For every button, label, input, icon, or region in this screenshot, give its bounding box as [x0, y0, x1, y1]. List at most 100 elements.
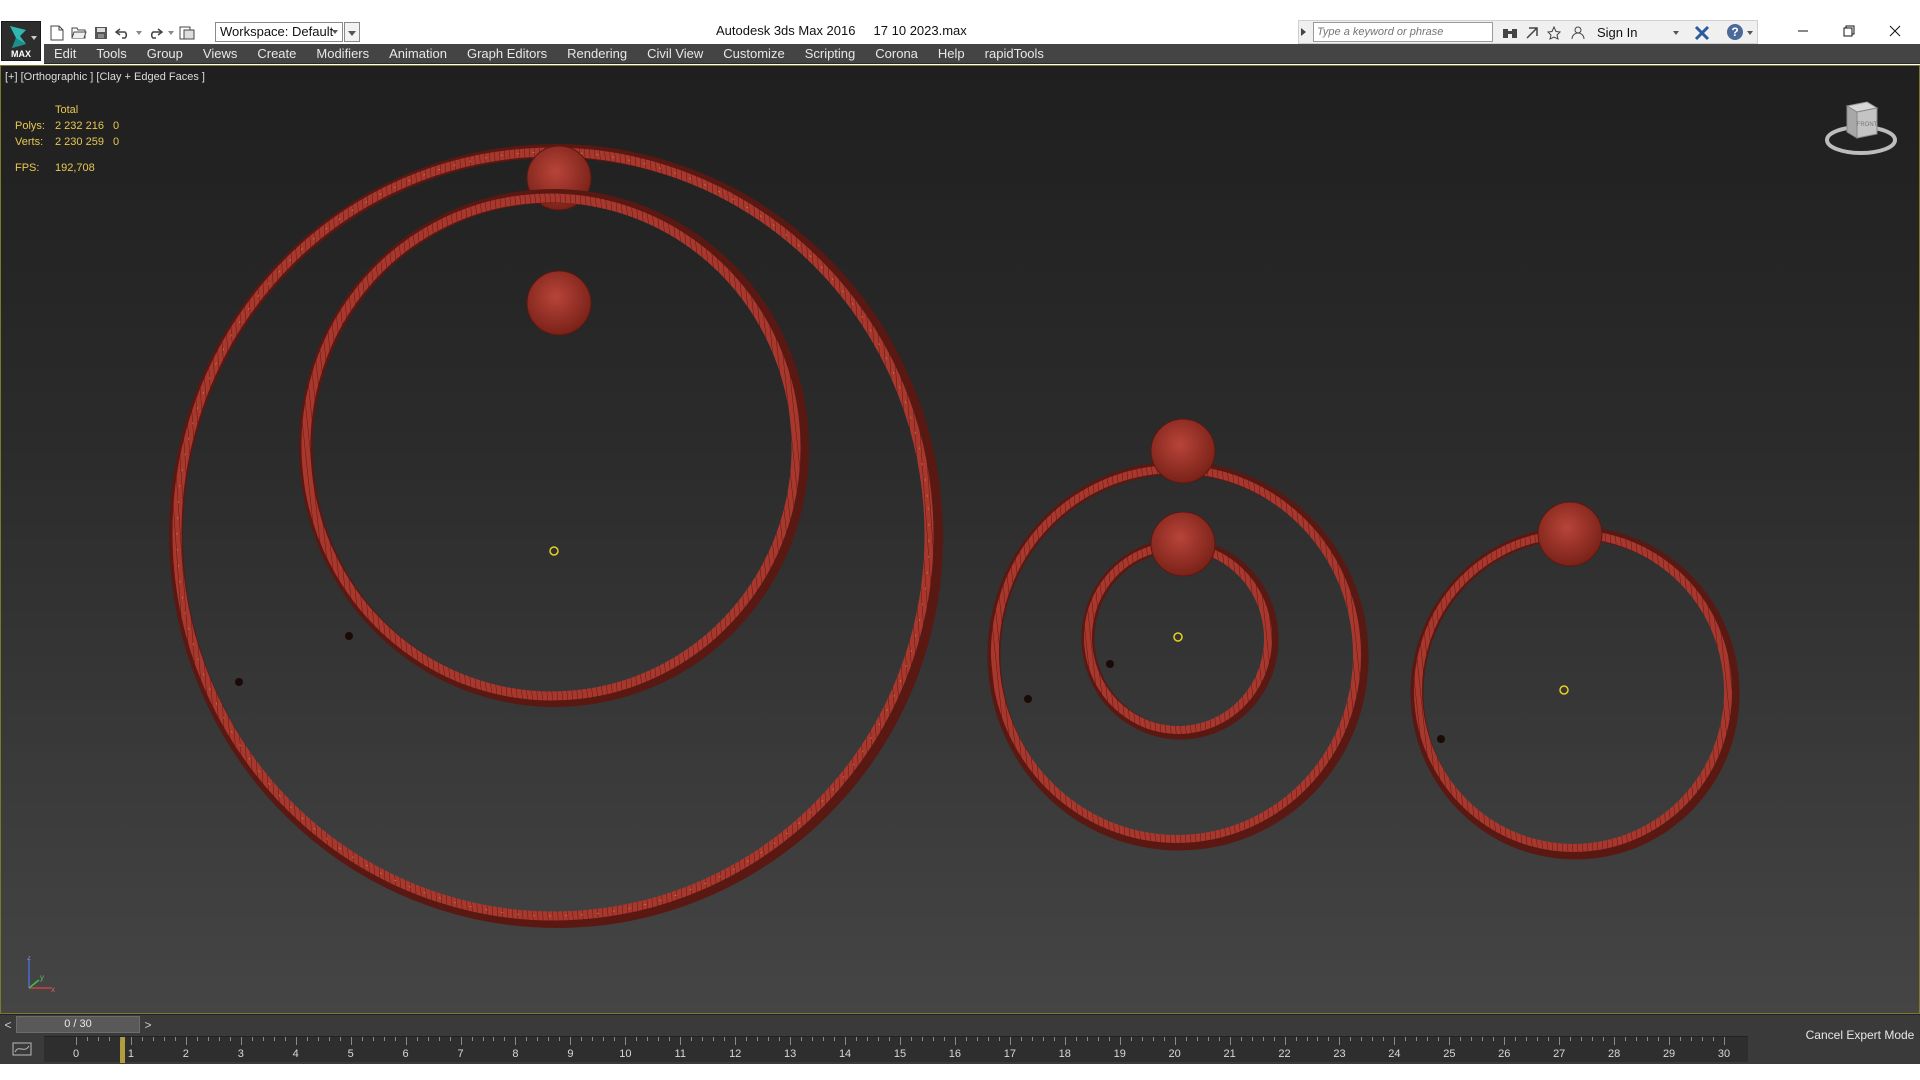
polys-label: Polys: — [15, 120, 45, 132]
timeline-tick — [1152, 1037, 1154, 1041]
menu-help[interactable]: Help — [928, 44, 975, 64]
timeline-tick — [317, 1037, 319, 1041]
timeline-tick — [1042, 1037, 1044, 1041]
timeline-tick — [1724, 1037, 1725, 1045]
expand-arrow-icon[interactable] — [1301, 28, 1306, 36]
cancel-expert-mode-button[interactable]: Cancel Expert Mode — [1800, 1020, 1920, 1050]
timeline-tick — [1306, 1037, 1308, 1041]
exchange-apps-button[interactable] — [1693, 24, 1711, 42]
ring-large-inner[interactable] — [281, 171, 827, 724]
timeline-tick — [1372, 1037, 1374, 1041]
time-slider-thumb[interactable]: 0 / 30 — [16, 1016, 140, 1033]
timeline-tick — [614, 1037, 616, 1041]
menu-customize[interactable]: Customize — [713, 44, 794, 64]
search-input[interactable] — [1313, 22, 1493, 42]
search-binoculars-button[interactable] — [1501, 24, 1519, 42]
time-slider[interactable]: < 0 / 30 > — [0, 1014, 1920, 1034]
help-button[interactable]: ? — [1727, 24, 1743, 40]
redo-dropdown[interactable] — [166, 22, 176, 44]
chevron-down-icon[interactable] — [1747, 31, 1753, 35]
timeline-tick — [1581, 1037, 1583, 1041]
restore-icon — [1843, 25, 1855, 37]
undo-button[interactable] — [112, 22, 134, 44]
timeline-tick — [416, 1037, 418, 1041]
timeline-tick-label: 21 — [1223, 1048, 1236, 1060]
project-folder-icon — [179, 26, 195, 40]
timeline-tick — [845, 1037, 847, 1045]
menu-rapidtools[interactable]: rapidTools — [975, 44, 1054, 64]
menu-rendering[interactable]: Rendering — [557, 44, 637, 64]
viewcube-front-face[interactable] — [1846, 105, 1858, 139]
timeline-tick — [1603, 1037, 1605, 1041]
menu-tools[interactable]: Tools — [86, 44, 136, 64]
timeline-tick — [1361, 1037, 1363, 1041]
timeline-tick — [691, 1037, 693, 1041]
timeline-tick — [1086, 1037, 1088, 1041]
application-button[interactable]: MAX — [1, 21, 41, 61]
save-file-button[interactable] — [90, 22, 112, 44]
close-button[interactable] — [1872, 18, 1918, 44]
redo-button[interactable] — [144, 22, 166, 44]
timeline-tick — [1427, 1037, 1429, 1041]
workspace-dropdown[interactable]: Workspace: Default — [215, 22, 343, 42]
timeline-tick — [976, 1037, 978, 1041]
menu-corona[interactable]: Corona — [865, 44, 928, 64]
menu-edit[interactable]: Edit — [44, 44, 86, 64]
minimize-button[interactable] — [1780, 18, 1826, 44]
timeline-tick — [889, 1037, 890, 1041]
timeline-tick-label: 12 — [729, 1048, 742, 1060]
menu-views[interactable]: Views — [193, 44, 247, 64]
customize-qat-button[interactable] — [344, 22, 360, 42]
timeline-tick — [1405, 1037, 1407, 1041]
track-bar-filter-button[interactable] — [8, 1038, 36, 1060]
timeline-tick — [1207, 1037, 1209, 1041]
timeline-tick — [1702, 1037, 1704, 1041]
timeline-tick — [207, 1037, 209, 1041]
menu-modifiers[interactable]: Modifiers — [306, 44, 379, 64]
menu-civil-view[interactable]: Civil View — [637, 44, 713, 64]
open-file-button[interactable] — [68, 22, 90, 44]
ring-medium-inner[interactable] — [1079, 511, 1282, 742]
subscription-button[interactable] — [1523, 24, 1541, 42]
new-file-button[interactable] — [46, 22, 68, 44]
scene-geometry[interactable] — [1, 66, 1920, 1014]
viewport-label-menu[interactable]: [+] [Orthographic ] [Clay + Edged Faces … — [5, 71, 205, 83]
previous-frame-button[interactable]: < — [0, 1015, 16, 1035]
timeline-tick-label: 7 — [457, 1048, 464, 1060]
timeline-tick-label: 26 — [1498, 1048, 1511, 1060]
timeline-tick-label: 19 — [1113, 1048, 1126, 1060]
timeline-tick — [570, 1037, 572, 1045]
timeline-tick — [713, 1037, 715, 1041]
timeline-tick-label: 27 — [1553, 1048, 1566, 1060]
timeline-tick — [900, 1037, 901, 1045]
polys-selected: 0 — [113, 120, 120, 132]
viewcube[interactable]: FRONT — [1821, 96, 1901, 166]
menu-create[interactable]: Create — [247, 44, 306, 64]
menu-graph-editors[interactable]: Graph Editors — [457, 44, 557, 64]
menu-animation[interactable]: Animation — [379, 44, 457, 64]
timeline-tick — [603, 1037, 605, 1041]
project-folder-button[interactable] — [176, 22, 198, 44]
timeline-tick — [1064, 1037, 1066, 1045]
timeline-tick — [581, 1037, 583, 1041]
menu-scripting[interactable]: Scripting — [795, 44, 866, 64]
favorites-button[interactable] — [1545, 24, 1563, 42]
timeline-tick — [1537, 1037, 1539, 1041]
timeline-tick — [394, 1037, 396, 1041]
ring-large-outer[interactable] — [150, 125, 962, 946]
timeline-tick — [86, 1037, 88, 1041]
timeline-tick — [1592, 1037, 1594, 1041]
ring-right[interactable] — [1401, 501, 1749, 869]
undo-icon — [115, 28, 128, 39]
track-bar-timeline[interactable]: 0 1 2 3 4 5 6 7 8 9 10 11 12 13 14 15 16 17 18 19 20 21 22 23 24… — [44, 1036, 1748, 1063]
timeline-tick — [1691, 1037, 1693, 1041]
timeline-tick — [669, 1037, 671, 1041]
timeline-tick-label: 4 — [292, 1048, 299, 1060]
next-frame-button[interactable]: > — [140, 1015, 156, 1035]
chevron-down-icon[interactable] — [1673, 31, 1679, 35]
sign-in-button[interactable]: Sign In — [1597, 25, 1637, 40]
restore-button[interactable] — [1826, 18, 1872, 44]
undo-dropdown[interactable] — [134, 22, 144, 44]
menu-group[interactable]: Group — [137, 44, 193, 64]
viewport-orthographic[interactable]: [+] [Orthographic ] [Clay + Edged Faces … — [0, 65, 1920, 1014]
